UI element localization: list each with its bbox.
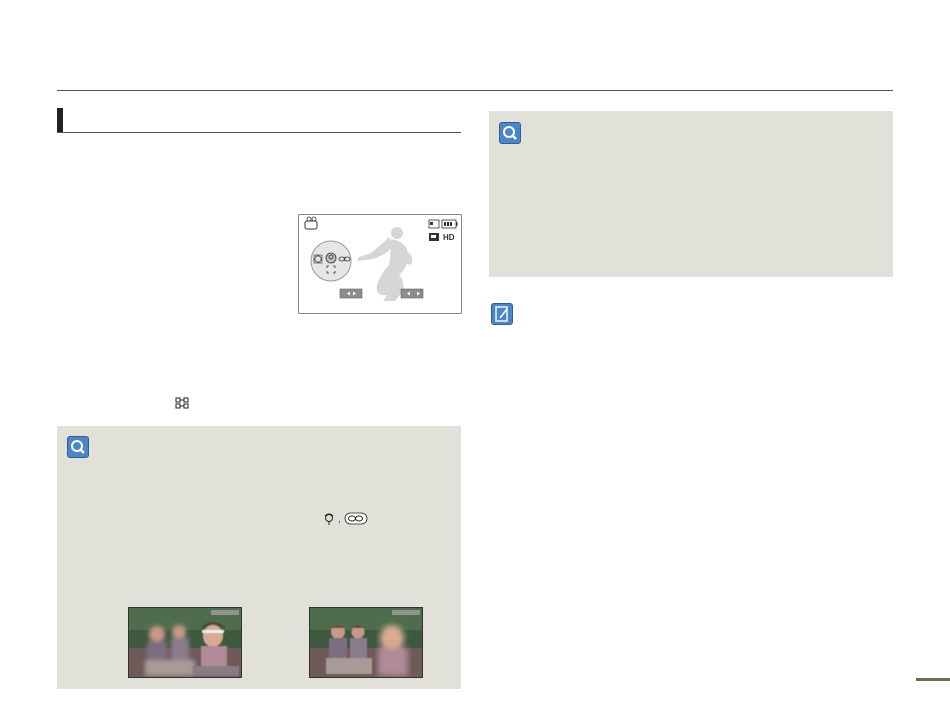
lcd-graphic: HD — [304, 216, 458, 301]
quality-label: HD — [443, 233, 455, 242]
macro-icon — [325, 252, 337, 264]
magnifier-icon — [499, 122, 521, 144]
focus-adjust-icon — [175, 397, 189, 409]
tip-panel-right — [489, 111, 893, 277]
battery-icon — [441, 219, 458, 229]
top-rule — [57, 90, 893, 91]
section-heading — [57, 108, 461, 133]
svg-text:,: , — [338, 514, 341, 524]
manual-focus-symbol — [175, 397, 189, 412]
example-photo-near-focus — [128, 607, 242, 678]
note-pencil-icon — [491, 303, 513, 325]
macro-icon — [324, 513, 334, 525]
focus-mode-selector — [310, 240, 352, 282]
lcd-screen-illustration: HD — [298, 214, 462, 314]
movie-quality-icon — [429, 233, 439, 241]
inline-focus-icons: , — [321, 512, 373, 531]
section-heading-bar — [57, 108, 63, 132]
example-photo-far-focus — [309, 607, 423, 678]
camcorder-icon — [304, 216, 318, 230]
lcd-button-left — [339, 288, 363, 299]
magnifier-icon — [67, 436, 89, 458]
tip-panel-left: , — [57, 426, 461, 689]
page-number-tab — [916, 678, 950, 681]
memory-card-icon — [428, 219, 440, 229]
infinity-icon — [344, 512, 368, 525]
lcd-button-right — [400, 288, 424, 299]
